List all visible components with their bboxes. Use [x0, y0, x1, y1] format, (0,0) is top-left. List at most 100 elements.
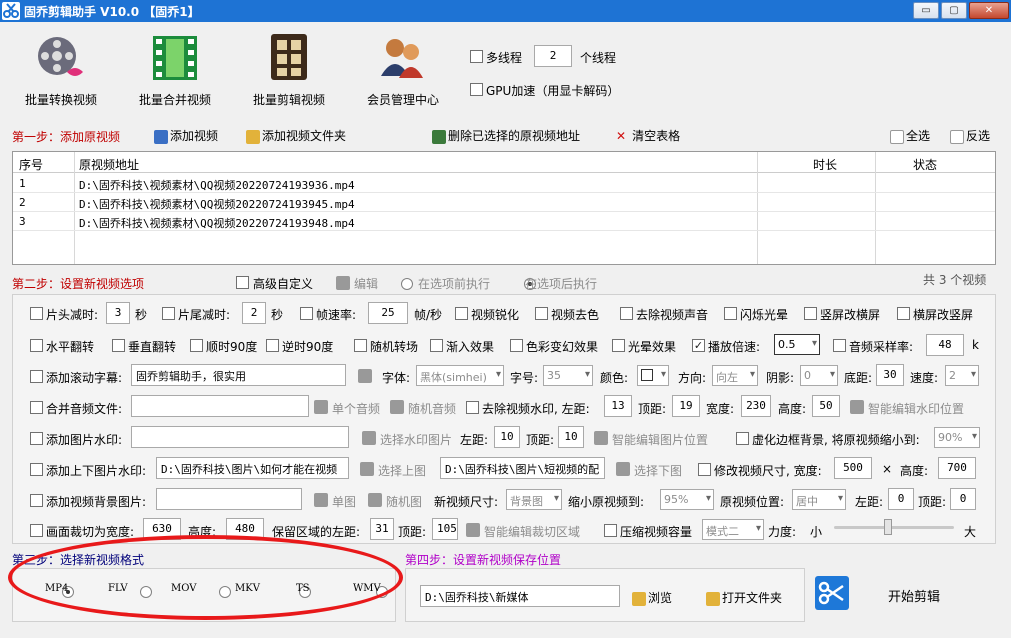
scroll-sub-input[interactable]: 固乔剪辑助手，很实用: [131, 364, 346, 386]
wm-width-input[interactable]: 230: [741, 395, 771, 417]
delete-selected-button[interactable]: 删除已选择的原视频地址: [432, 127, 580, 144]
thread-count-input[interactable]: 2: [534, 45, 572, 67]
font-size-select[interactable]: 35: [543, 365, 593, 386]
open-folder-button[interactable]: 打开文件夹: [706, 589, 782, 606]
edit-button[interactable]: 编辑: [354, 275, 378, 292]
head-cut-checkbox[interactable]: [30, 307, 43, 320]
save-path-input[interactable]: D:\固乔科技\新媒体: [420, 585, 620, 607]
new-size-select[interactable]: 背景图: [506, 489, 562, 510]
start-edit-button[interactable]: 开始剪辑: [888, 586, 940, 605]
smart-image-button[interactable]: 智能编辑图片位置: [612, 431, 708, 448]
v2h-checkbox[interactable]: [804, 307, 817, 320]
batch-convert-button[interactable]: 批量转换视频: [6, 30, 116, 108]
hflip-checkbox[interactable]: [30, 339, 43, 352]
rotate-cw-checkbox[interactable]: [190, 339, 203, 352]
blur-bg-checkbox[interactable]: [736, 432, 749, 445]
pos-top-input[interactable]: 0: [950, 488, 976, 510]
desaturate-checkbox[interactable]: [535, 307, 548, 320]
head-cut-input[interactable]: 3: [106, 302, 130, 324]
table-row[interactable]: 1 D:\固乔科技\视频素材\QQ视频20220724193936.mp4: [13, 174, 995, 193]
multithread-checkbox[interactable]: [470, 50, 483, 63]
batch-merge-button[interactable]: 批量合并视频: [120, 30, 230, 108]
gpu-checkbox[interactable]: [470, 83, 483, 96]
table-row[interactable]: 2 D:\固乔科技\视频素材\QQ视频20220724193945.mp4: [13, 193, 995, 212]
random-image-button[interactable]: 随机图: [386, 493, 422, 510]
add-video-button[interactable]: 添加视频: [154, 127, 218, 144]
fps-checkbox[interactable]: [300, 307, 313, 320]
wm-height-input[interactable]: 50: [812, 395, 840, 417]
fps-input[interactable]: 25: [368, 302, 408, 324]
img-top-input[interactable]: 10: [558, 426, 584, 448]
random-audio-button[interactable]: 随机音频: [408, 400, 456, 417]
top-image-input[interactable]: D:\固乔科技\图片\如何才能在视频: [156, 457, 349, 479]
compress-mode-select[interactable]: 模式二: [702, 519, 764, 540]
invert-select-button[interactable]: 反选: [950, 127, 990, 144]
wm-left-input[interactable]: 13: [604, 395, 632, 417]
wm-top-input[interactable]: 19: [672, 395, 700, 417]
col-no-header[interactable]: 序号: [19, 156, 43, 173]
bottom-input[interactable]: 30: [876, 364, 904, 386]
start-edit-icon-button[interactable]: [815, 576, 849, 610]
keep-top-input[interactable]: 105: [432, 518, 458, 540]
resize-checkbox[interactable]: [698, 463, 711, 476]
choose-watermark-image-button[interactable]: 选择水印图片: [380, 431, 452, 448]
shadow-select[interactable]: 0: [800, 365, 838, 386]
strength-slider-track[interactable]: [834, 526, 954, 529]
remove-watermark-checkbox[interactable]: [466, 401, 479, 414]
smart-crop-button[interactable]: 智能编辑裁切区域: [484, 523, 580, 540]
single-image-button[interactable]: 单图: [332, 493, 356, 510]
tail-cut-checkbox[interactable]: [162, 307, 175, 320]
batch-edit-button[interactable]: 批量剪辑视频: [234, 30, 344, 108]
sample-rate-input[interactable]: 48: [926, 334, 964, 356]
light-effect-checkbox[interactable]: [612, 339, 625, 352]
position-select[interactable]: 居中: [792, 489, 846, 510]
add-folder-button[interactable]: 添加视频文件夹: [246, 127, 346, 144]
single-audio-button[interactable]: 单个音频: [332, 400, 380, 417]
fade-in-checkbox[interactable]: [430, 339, 443, 352]
flash-checkbox[interactable]: [724, 307, 737, 320]
select-all-button[interactable]: 全选: [890, 127, 930, 144]
image-watermark-input[interactable]: [131, 426, 349, 448]
speed-select[interactable]: 0.5: [774, 334, 820, 355]
maximize-button[interactable]: ▢: [941, 2, 967, 19]
clear-table-button[interactable]: ✕ 清空表格: [616, 127, 680, 144]
resize-height-input[interactable]: 700: [938, 457, 976, 479]
blur-scale-select[interactable]: 90%: [934, 427, 980, 448]
sharpen-checkbox[interactable]: [455, 307, 468, 320]
speed-checkbox[interactable]: [692, 339, 705, 352]
shrink-select[interactable]: 95%: [660, 489, 714, 510]
tail-cut-input[interactable]: 2: [242, 302, 266, 324]
smart-watermark-button[interactable]: 智能编辑水印位置: [868, 400, 964, 417]
crop-checkbox[interactable]: [30, 524, 43, 537]
bg-image-input[interactable]: [156, 488, 302, 510]
color-picker[interactable]: [637, 365, 669, 386]
direction-select[interactable]: 向左: [712, 365, 758, 386]
col-status-header[interactable]: 状态: [913, 156, 937, 173]
keep-left-input[interactable]: 31: [370, 518, 394, 540]
bg-image-checkbox[interactable]: [30, 494, 43, 507]
vflip-checkbox[interactable]: [112, 339, 125, 352]
rotate-ccw-checkbox[interactable]: [266, 339, 279, 352]
choose-bottom-image-button[interactable]: 选择下图: [634, 462, 682, 479]
table-row[interactable]: 3 D:\固乔科技\视频素材\QQ视频20220724193948.mp4: [13, 212, 995, 231]
img-left-input[interactable]: 10: [494, 426, 520, 448]
member-center-button[interactable]: 会员管理中心: [348, 30, 458, 108]
source-video-table[interactable]: 序号 原视频地址 时长 状态 1 D:\固乔科技\视频素材\QQ视频2022072…: [12, 151, 996, 265]
merge-audio-input[interactable]: [131, 395, 309, 417]
before-radio[interactable]: [401, 277, 413, 290]
top-bottom-image-checkbox[interactable]: [30, 463, 43, 476]
sample-rate-checkbox[interactable]: [833, 339, 846, 352]
compress-checkbox[interactable]: [604, 524, 617, 537]
minimize-button[interactable]: ▭: [913, 2, 939, 19]
browse-button[interactable]: 浏览: [632, 589, 672, 606]
pos-left-input[interactable]: 0: [888, 488, 914, 510]
font-select[interactable]: 黑体(simhei): [416, 365, 504, 386]
strength-slider-handle[interactable]: [884, 519, 892, 535]
color-effect-checkbox[interactable]: [510, 339, 523, 352]
merge-audio-checkbox[interactable]: [30, 401, 43, 414]
advanced-checkbox[interactable]: [236, 276, 249, 289]
resize-width-input[interactable]: 500: [834, 457, 872, 479]
col-duration-header[interactable]: 时长: [813, 156, 837, 173]
bottom-image-input[interactable]: D:\固乔科技\图片\短视频的配: [440, 457, 605, 479]
image-watermark-checkbox[interactable]: [30, 432, 43, 445]
